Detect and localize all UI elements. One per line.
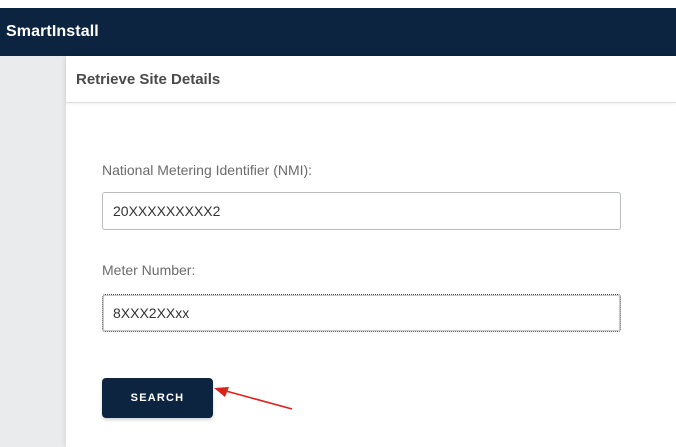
- app-bar: SmartInstall: [0, 8, 676, 56]
- nmi-label: National Metering Identifier (NMI):: [102, 162, 313, 178]
- panel-title: Retrieve Site Details: [76, 70, 221, 88]
- arrow-head: [214, 387, 229, 397]
- meter-number-label: Meter Number:: [102, 262, 196, 278]
- search-button[interactable]: SEARCH: [102, 378, 213, 418]
- panel-header: Retrieve Site Details: [66, 56, 676, 103]
- top-strip: [0, 0, 676, 8]
- app-title: SmartInstall: [6, 23, 99, 40]
- left-gutter: [0, 56, 66, 447]
- red-arrow-icon: [214, 387, 293, 410]
- meter-number-input[interactable]: [102, 294, 621, 332]
- arrow-shaft: [225, 390, 293, 410]
- nmi-input[interactable]: [102, 192, 621, 230]
- retrieve-site-details-panel: Retrieve Site Details National Metering …: [66, 56, 676, 447]
